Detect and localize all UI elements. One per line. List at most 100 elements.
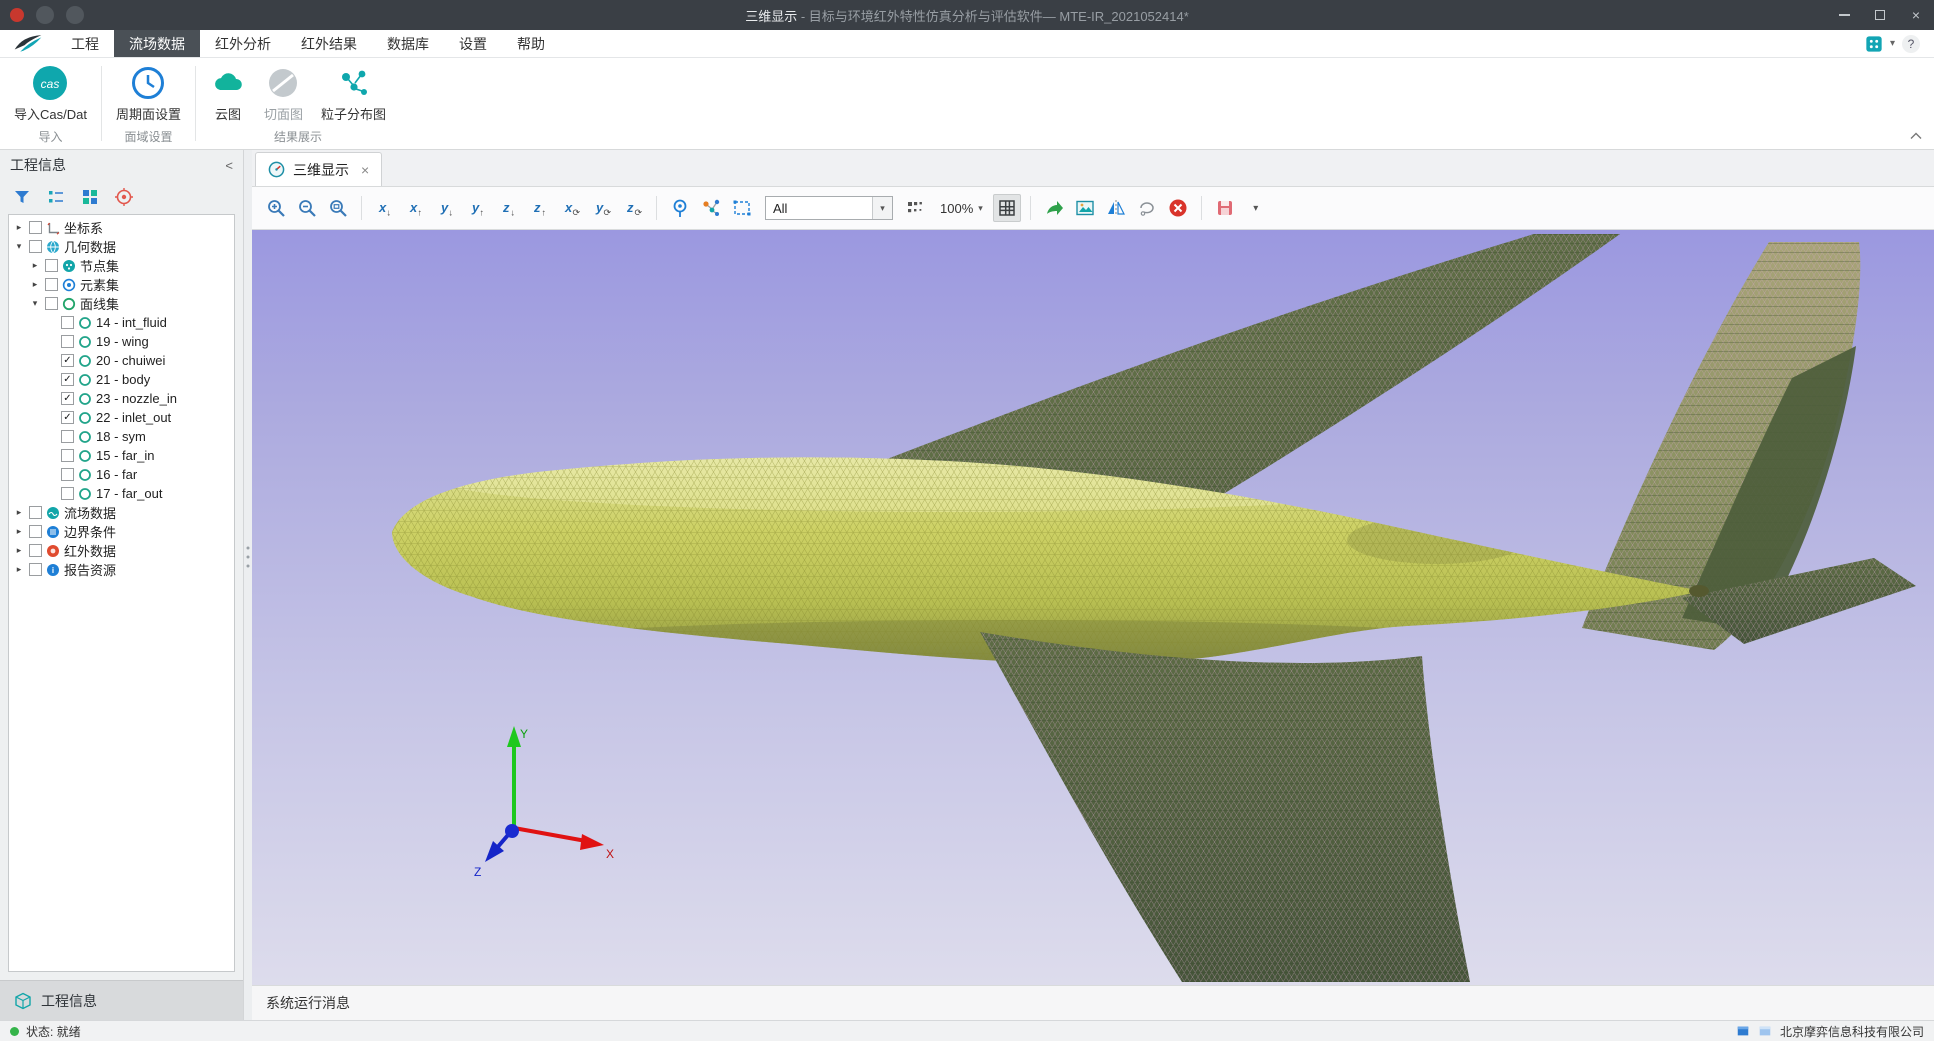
- expander-right-icon[interactable]: ▸: [29, 279, 41, 290]
- filter-funnel-icon[interactable]: [12, 187, 32, 207]
- help-icon[interactable]: ?: [1902, 35, 1920, 53]
- ribbon-button-slice-map[interactable]: 切面图: [258, 63, 309, 127]
- tree-item-element-set[interactable]: ▸元素集: [9, 275, 234, 294]
- view-y-neg-button[interactable]: y↓: [433, 194, 461, 222]
- menu-tab-settings[interactable]: 设置: [444, 30, 502, 57]
- tree-item-surface-17-far-out[interactable]: 17 - far_out: [9, 484, 234, 503]
- tree-item-report-resources[interactable]: ▸i报告资源: [9, 560, 234, 579]
- list-view-icon[interactable]: [46, 187, 66, 207]
- snapshot-button[interactable]: [1071, 194, 1099, 222]
- minimize-button[interactable]: [1826, 0, 1862, 30]
- tree-item-geometry-data[interactable]: ▾几何数据: [9, 237, 234, 256]
- tree-checkbox[interactable]: [45, 259, 58, 272]
- tab-3d-display[interactable]: 三维显示 ×: [255, 152, 382, 186]
- tree-item-surface-21-body[interactable]: ✓21 - body: [9, 370, 234, 389]
- select-dropdown-icon[interactable]: ▾: [872, 197, 892, 219]
- transparency-pattern-button[interactable]: [902, 194, 930, 222]
- tree-checkbox[interactable]: [29, 221, 42, 234]
- ribbon-button-import-cas-dat[interactable]: cas导入Cas/Dat: [8, 63, 93, 127]
- expander-right-icon[interactable]: ▸: [13, 545, 25, 556]
- clear-view-button[interactable]: [1164, 194, 1192, 222]
- tree-checkbox[interactable]: [61, 487, 74, 500]
- tree-checkbox[interactable]: [45, 278, 58, 291]
- tree-checkbox[interactable]: [61, 468, 74, 481]
- tree-item-node-set[interactable]: ▸节点集: [9, 256, 234, 275]
- zoom-in-button[interactable]: [262, 194, 290, 222]
- titlebar-tool-1-icon[interactable]: [36, 6, 54, 24]
- view-z-neg-button[interactable]: z↓: [495, 194, 523, 222]
- tree-item-surface-18-sym[interactable]: 18 - sym: [9, 427, 234, 446]
- tree-checkbox[interactable]: [61, 316, 74, 329]
- menu-tab-database[interactable]: 数据库: [372, 30, 444, 57]
- particle-trace-button[interactable]: [697, 194, 725, 222]
- menu-tab-help[interactable]: 帮助: [502, 30, 560, 57]
- mesh-display-toggle[interactable]: [993, 194, 1021, 222]
- expander-down-icon[interactable]: ▾: [13, 241, 25, 252]
- tree-checkbox[interactable]: [61, 430, 74, 443]
- menu-tab-ir-result[interactable]: 红外结果: [286, 30, 372, 57]
- view-z-pos-button[interactable]: z↑: [526, 194, 554, 222]
- zoom-level-select[interactable]: 100%▾: [933, 195, 990, 221]
- tree-item-surface-19-wing[interactable]: 19 - wing: [9, 332, 234, 351]
- tree-item-surface-22-inlet-out[interactable]: ✓22 - inlet_out: [9, 408, 234, 427]
- tree-item-infrared-data[interactable]: ▸红外数据: [9, 541, 234, 560]
- tree-checkbox[interactable]: [61, 335, 74, 348]
- expander-right-icon[interactable]: ▸: [29, 260, 41, 271]
- apps-grid-icon[interactable]: [1865, 35, 1883, 53]
- panel-collapse-icon[interactable]: <: [225, 158, 233, 173]
- tree-checkbox[interactable]: [29, 544, 42, 557]
- tree-checkbox[interactable]: ✓: [61, 392, 74, 405]
- tree-checkbox[interactable]: [29, 240, 42, 253]
- tree-item-surface-23-nozzle-in[interactable]: ✓23 - nozzle_in: [9, 389, 234, 408]
- expander-down-icon[interactable]: ▾: [29, 298, 41, 309]
- menu-caret-down-icon[interactable]: ▾: [1890, 38, 1895, 49]
- save-view-dropdown[interactable]: ▾: [1242, 194, 1270, 222]
- tree-checkbox[interactable]: [29, 525, 42, 538]
- ribbon-collapse-button[interactable]: [1910, 127, 1922, 145]
- export-view-button[interactable]: [1040, 194, 1068, 222]
- mirror-view-button[interactable]: [1102, 194, 1130, 222]
- tree-item-face-set[interactable]: ▾面线集: [9, 294, 234, 313]
- ribbon-button-contour-map[interactable]: 云图: [204, 63, 252, 127]
- ribbon-button-particle-distribution[interactable]: 粒子分布图: [315, 63, 392, 127]
- rotate-z-button[interactable]: z⟳: [619, 194, 647, 222]
- view-x-neg-button[interactable]: x↓: [371, 194, 399, 222]
- maximize-button[interactable]: [1862, 0, 1898, 30]
- view-x-pos-button[interactable]: x↑: [402, 194, 430, 222]
- menu-tab-project[interactable]: 工程: [56, 30, 114, 57]
- expander-right-icon[interactable]: ▸: [13, 507, 25, 518]
- tree-item-flow-field-data[interactable]: ▸流场数据: [9, 503, 234, 522]
- tree-checkbox[interactable]: ✓: [61, 354, 74, 367]
- tab-close-icon[interactable]: ×: [361, 162, 369, 178]
- expander-right-icon[interactable]: ▸: [13, 526, 25, 537]
- lasso-select-button[interactable]: [1133, 194, 1161, 222]
- tree-item-surface-15-far-in[interactable]: 15 - far_in: [9, 446, 234, 465]
- taskbar-window-2-icon[interactable]: [1758, 1024, 1772, 1038]
- tree-checkbox[interactable]: [29, 506, 42, 519]
- tree-item-boundary-conditions[interactable]: ▸边界条件: [9, 522, 234, 541]
- menu-tab-ir-analysis[interactable]: 红外分析: [200, 30, 286, 57]
- tree-checkbox[interactable]: [61, 449, 74, 462]
- grid-view-icon[interactable]: [80, 187, 100, 207]
- tree-checkbox[interactable]: [45, 297, 58, 310]
- project-info-bottom-tab[interactable]: 工程信息: [0, 980, 243, 1020]
- probe-point-button[interactable]: [666, 194, 694, 222]
- save-view-button[interactable]: [1211, 194, 1239, 222]
- locate-target-icon[interactable]: [114, 187, 134, 207]
- menu-tab-flow-data[interactable]: 流场数据: [114, 30, 200, 57]
- tree-item-surface-14-int-fluid[interactable]: 14 - int_fluid: [9, 313, 234, 332]
- ribbon-button-periodic-face-setup[interactable]: 周期面设置: [110, 63, 187, 127]
- tree-checkbox[interactable]: [29, 563, 42, 576]
- zoom-out-button[interactable]: [293, 194, 321, 222]
- display-filter-select[interactable]: All▾: [765, 196, 893, 220]
- taskbar-window-1-icon[interactable]: [1736, 1024, 1750, 1038]
- rotate-y-button[interactable]: y⟳: [588, 194, 616, 222]
- rotate-x-button[interactable]: x⟳: [557, 194, 585, 222]
- zoom-fit-button[interactable]: [324, 194, 352, 222]
- view-y-pos-button[interactable]: y↑: [464, 194, 492, 222]
- panel-splitter-handle[interactable]: [245, 542, 251, 572]
- expander-right-icon[interactable]: ▸: [13, 222, 25, 233]
- system-message-bar[interactable]: 系统运行消息: [252, 985, 1934, 1020]
- tree-checkbox[interactable]: ✓: [61, 411, 74, 424]
- 3d-viewport[interactable]: Y X Z: [252, 230, 1934, 985]
